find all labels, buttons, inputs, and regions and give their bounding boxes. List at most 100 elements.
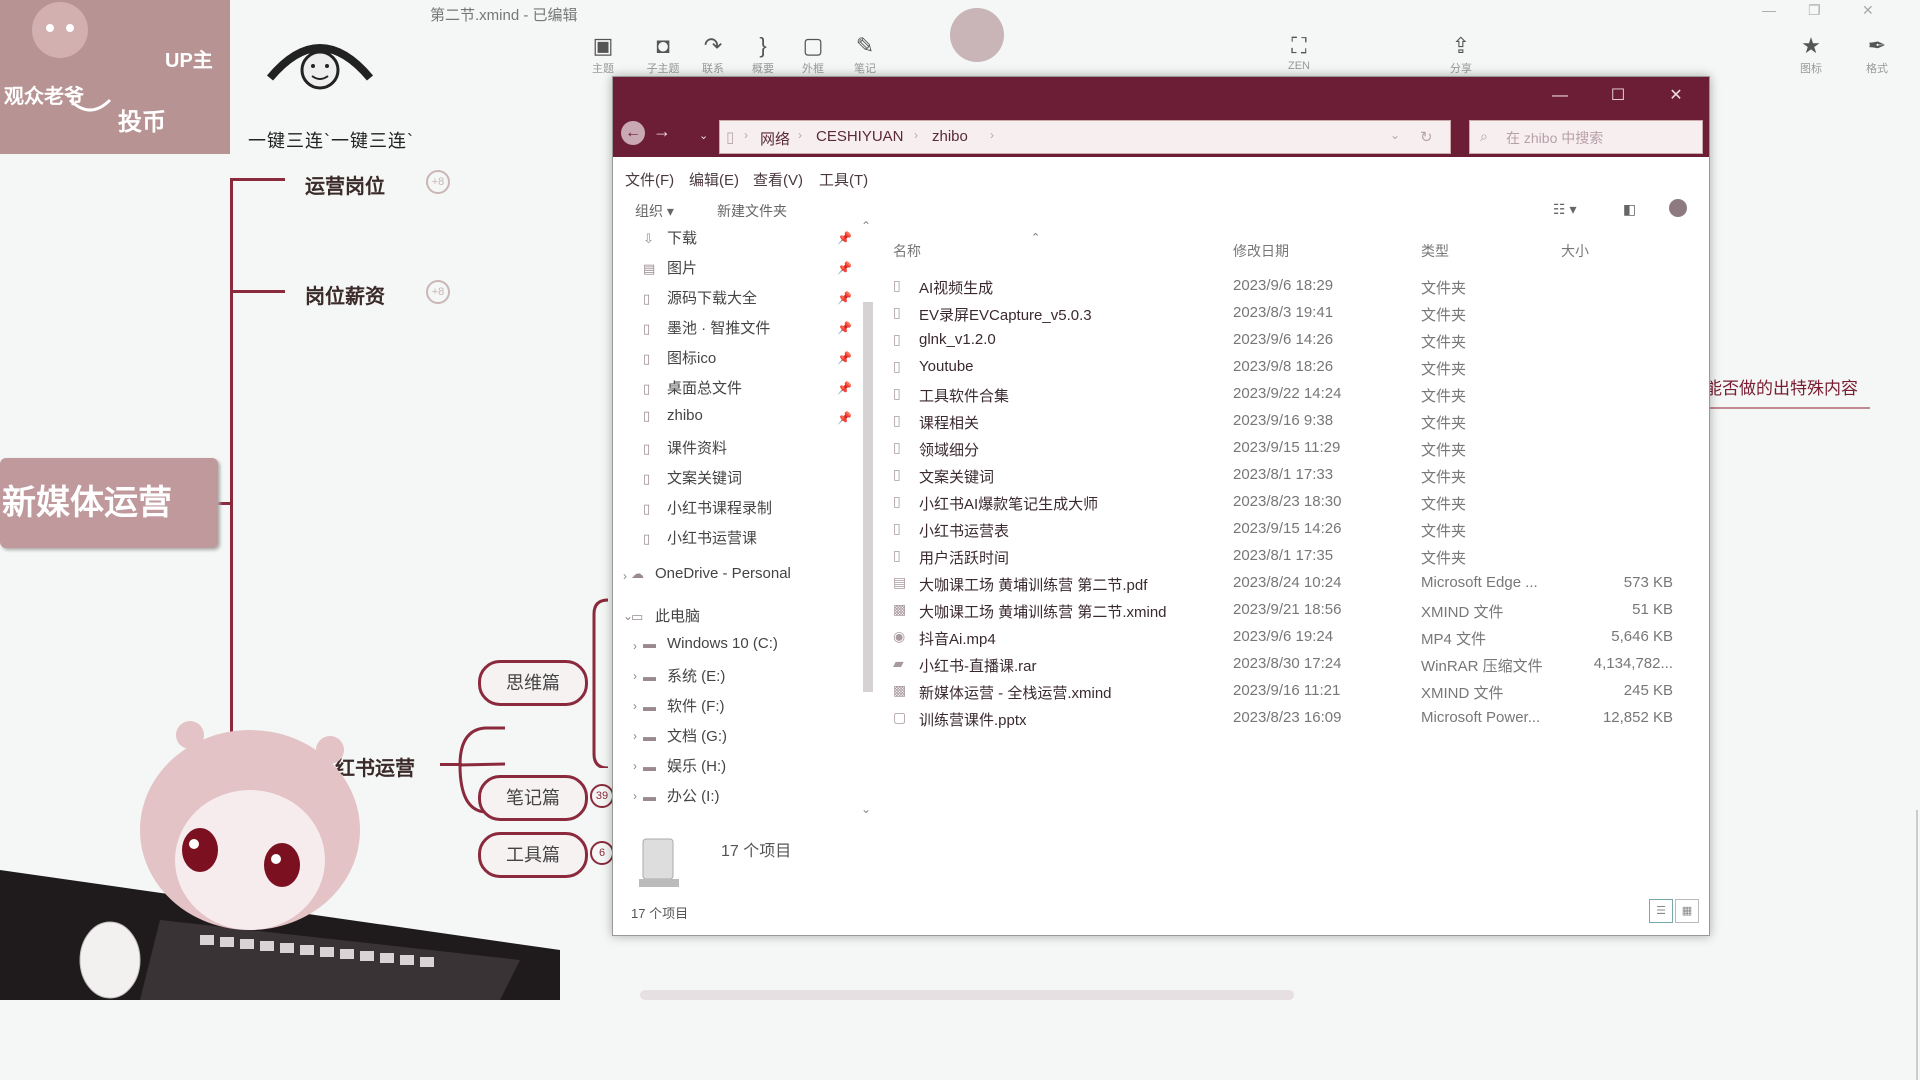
view-options-icon[interactable]: ☷ ▾ xyxy=(1553,201,1576,218)
notes-count-badge[interactable]: 39 xyxy=(590,784,614,808)
toolbar-relationship-button[interactable]: ↷ 联系 xyxy=(688,34,738,76)
toolbar-share-button[interactable]: ⇪ 分享 xyxy=(1436,34,1486,76)
topic-job-position[interactable]: 运营岗位 xyxy=(305,170,385,199)
chevron-right-icon[interactable]: › xyxy=(633,699,637,713)
collapse-badge[interactable]: +8 xyxy=(426,280,450,304)
breadcrumb-network[interactable]: 网络 xyxy=(760,128,790,149)
nav-item[interactable]: ▯ 源码下载大全 xyxy=(643,287,757,315)
nav-drive[interactable]: ▬ 系统 (E:) xyxy=(643,665,725,693)
file-row[interactable]: ▯ 用户活跃时间 2023/8/1 17:35 文件夹 xyxy=(883,543,1703,569)
nav-item[interactable]: ⇩ 下载 xyxy=(643,227,697,255)
nav-item[interactable]: ▯ 桌面总文件 xyxy=(643,377,742,405)
nav-item[interactable]: ▯ zhibo xyxy=(643,407,703,435)
file-row[interactable]: ▤ 大咖课工场 黄埔训练营 第二节.pdf 2023/8/24 10:24 Micro… xyxy=(883,570,1703,596)
chevron-right-icon[interactable]: › xyxy=(633,639,637,653)
toolbar-zen-button[interactable]: ⛶ ZEN xyxy=(1274,34,1324,73)
close-icon[interactable]: ✕ xyxy=(1647,83,1705,109)
file-row[interactable]: ▢ 训练营课件.pptx 2023/8/23 16:09 Microsoft Powe… xyxy=(883,705,1703,731)
chevron-right-icon[interactable]: › xyxy=(633,759,637,773)
toolbar-star-button[interactable]: ★ 图标 xyxy=(1786,34,1836,76)
file-row[interactable]: ▯ 领域细分 2023/9/15 11:29 文件夹 xyxy=(883,435,1703,461)
minimize-icon[interactable]: — xyxy=(1762,2,1776,18)
nav-item[interactable]: ▯ 小红书课程录制 xyxy=(643,497,772,525)
chevron-down-icon[interactable]: ⌄ xyxy=(1390,128,1400,142)
tools-count-badge[interactable]: 6 xyxy=(590,841,614,865)
file-row[interactable]: ▰ 小红书-直播课.rar 2023/8/30 17:24 WinRAR 压缩文件 4,… xyxy=(883,651,1703,677)
toolbar-note-button[interactable]: ✎ 笔记 xyxy=(840,34,890,76)
file-row[interactable]: ▯ 小红书AI爆款笔记生成大师 2023/8/23 18:30 文件夹 xyxy=(883,489,1703,515)
topic-thinking[interactable]: 思维篇 xyxy=(478,660,588,706)
column-name[interactable]: 名称 xyxy=(893,241,921,261)
file-row[interactable]: ▩ 大咖课工场 黄埔训练营 第二节.xmind 2023/9/21 18:56 XMI… xyxy=(883,597,1703,623)
nav-item[interactable]: ▤ 图片 xyxy=(643,257,697,285)
chevron-right-icon[interactable]: › xyxy=(633,729,637,743)
breadcrumb-ceshiyuan[interactable]: CESHIYUAN xyxy=(816,128,904,145)
canvas-scrollbar[interactable] xyxy=(640,990,1294,1000)
nav-drive[interactable]: ▬ 文档 (G:) xyxy=(643,725,727,753)
file-row[interactable]: ▯ Youtube 2023/9/8 18:26 文件夹 xyxy=(883,354,1703,380)
refresh-icon[interactable]: ↻ xyxy=(1420,128,1433,146)
nav-item-label: 图标ico xyxy=(667,350,717,367)
file-row[interactable]: ▯ glnk_v1.2.0 2023/9/6 14:26 文件夹 xyxy=(883,327,1703,353)
folder-icon: ▯ xyxy=(643,291,651,306)
nav-item[interactable]: ▯ 小红书运营课 xyxy=(643,527,757,555)
file-row[interactable]: ▯ EV录屏EVCapture_v5.0.3 2023/8/3 19:41 文件夹 xyxy=(883,300,1703,326)
menu-edit[interactable]: 编辑(E) xyxy=(689,169,739,190)
nav-item[interactable]: ▯ 图标ico xyxy=(643,347,716,375)
topic-salary[interactable]: 岗位薪资 xyxy=(305,280,385,309)
address-bar[interactable]: ▯ › 网络 › CESHIYUAN › zhibo › ⌄ ↻ xyxy=(719,120,1451,154)
nav-item[interactable]: ▯ 文案关键词 xyxy=(643,467,742,495)
column-size[interactable]: 大小 xyxy=(1561,241,1589,261)
menu-file[interactable]: 文件(F) xyxy=(625,169,674,190)
column-type[interactable]: 类型 xyxy=(1421,241,1449,261)
nav-drive[interactable]: ▬ 办公 (I:) xyxy=(643,785,720,813)
side-note-topic[interactable]: 能否做的出特殊内容 xyxy=(1705,374,1870,409)
toolbar-boundary-button[interactable]: ▢ 外框 xyxy=(788,34,838,76)
nav-this-pc[interactable]: ▭ 此电脑 xyxy=(631,605,700,633)
new-folder-button[interactable]: 新建文件夹 xyxy=(717,201,787,221)
file-row[interactable]: ▯ 课程相关 2023/9/16 9:38 文件夹 xyxy=(883,408,1703,434)
maximize-icon[interactable]: ☐ xyxy=(1589,83,1647,109)
nav-item[interactable]: ▯ 课件资料 xyxy=(643,437,727,465)
nav-drive[interactable]: ▬ 软件 (F:) xyxy=(643,695,725,723)
file-name: 抖音Ai.mp4 xyxy=(919,631,996,648)
file-row[interactable]: ◉ 抖音Ai.mp4 2023/9/6 19:24 MP4 文件 5,646 KB xyxy=(883,624,1703,650)
chevron-right-icon[interactable]: › xyxy=(623,569,627,583)
central-topic[interactable]: 新媒体运营 xyxy=(0,458,218,548)
toolbar-subtopic-button[interactable]: ◘ 子主题 xyxy=(638,34,688,76)
nav-item[interactable]: ▯ 墨池 · 智推文件 xyxy=(643,317,770,345)
toolbar-pen-button[interactable]: ✒ 格式 xyxy=(1852,34,1902,76)
file-row[interactable]: ▯ AI视频生成 2023/9/6 18:29 文件夹 xyxy=(883,273,1703,299)
nav-scroll-thumb[interactable] xyxy=(863,302,873,692)
menu-view[interactable]: 查看(V) xyxy=(753,169,803,190)
maximize-icon[interactable]: ❐ xyxy=(1808,2,1821,19)
file-row[interactable]: ▩ 新媒体运营 - 全栈运营.xmind 2023/9/16 11:21 XMIND … xyxy=(883,678,1703,704)
search-box[interactable]: ⌕ 在 zhibo 中搜索 xyxy=(1469,120,1703,154)
avatar[interactable] xyxy=(950,8,1004,62)
file-row[interactable]: ▯ 小红书运营表 2023/9/15 14:26 文件夹 xyxy=(883,516,1703,542)
help-icon[interactable] xyxy=(1669,199,1687,217)
column-date[interactable]: 修改日期 xyxy=(1233,241,1289,261)
chevron-right-icon[interactable]: › xyxy=(633,789,637,803)
large-icons-view-button[interactable]: ▦ xyxy=(1675,899,1699,923)
details-view-button[interactable]: ☰ xyxy=(1649,899,1673,923)
menu-tools[interactable]: 工具(T) xyxy=(819,169,868,190)
file-row[interactable]: ▯ 文案关键词 2023/8/1 17:33 文件夹 xyxy=(883,462,1703,488)
forward-button[interactable]: → xyxy=(653,121,671,142)
close-icon[interactable]: ✕ xyxy=(1862,2,1874,19)
nav-onedrive[interactable]: ☁ OneDrive - Personal xyxy=(631,565,791,593)
toolbar-topic-button[interactable]: ▣ 主题 xyxy=(578,34,628,76)
toolbar-summary-button[interactable]: } 概要 xyxy=(738,34,788,76)
breadcrumb-zhibo[interactable]: zhibo xyxy=(932,128,968,145)
minimize-icon[interactable]: — xyxy=(1531,83,1589,109)
organize-button[interactable]: 组织 ▾ xyxy=(635,201,674,221)
collapse-badge[interactable]: +8 xyxy=(426,170,450,194)
recent-locations-button[interactable]: ⌄ xyxy=(699,129,708,142)
file-row[interactable]: ▯ 工具软件合集 2023/9/22 14:24 文件夹 xyxy=(883,381,1703,407)
nav-drive[interactable]: ▬ Windows 10 (C:) xyxy=(643,635,778,663)
back-button[interactable]: ← xyxy=(621,121,645,145)
nav-drive[interactable]: ▬ 娱乐 (H:) xyxy=(643,755,726,783)
chevron-right-icon[interactable]: › xyxy=(633,669,637,683)
canvas-edge-scrollbar[interactable] xyxy=(1916,810,1918,1080)
preview-pane-icon[interactable]: ◧ xyxy=(1623,201,1636,218)
